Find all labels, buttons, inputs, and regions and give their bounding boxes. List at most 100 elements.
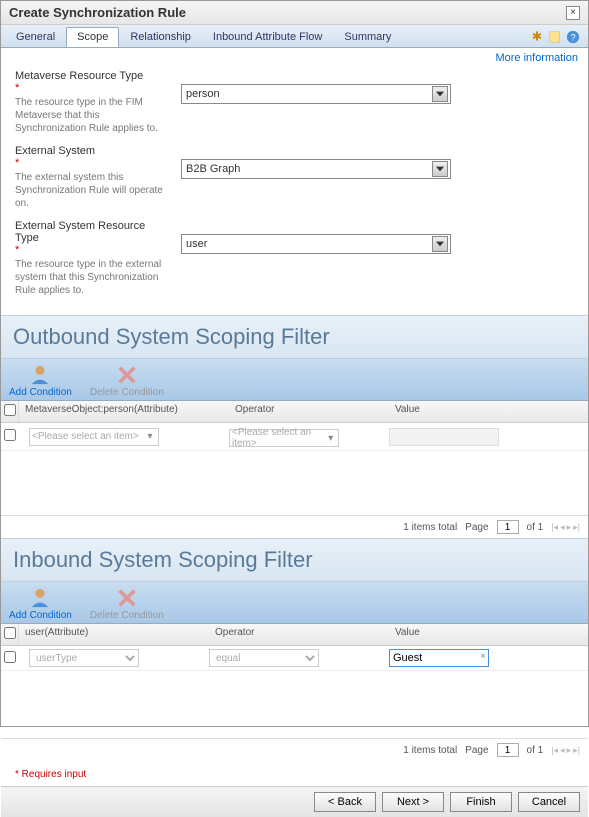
inbound-section-header: Inbound System Scoping Filter bbox=[1, 538, 588, 582]
dialog-title: Create Synchronization Rule bbox=[9, 5, 186, 20]
placeholder-text: <Please select an item> bbox=[232, 427, 325, 449]
external-type-help: The resource type in the external system… bbox=[15, 258, 165, 297]
external-type-label: External System Resource Type bbox=[15, 220, 165, 244]
delete-condition-label: Delete Condition bbox=[90, 387, 164, 398]
tab-relationship[interactable]: Relationship bbox=[119, 27, 202, 47]
chevron-down-icon bbox=[432, 236, 448, 252]
chevron-down-icon: ▾ bbox=[144, 431, 156, 442]
delete-condition-label: Delete Condition bbox=[90, 610, 164, 621]
table-row: userType equal × bbox=[1, 646, 588, 671]
pager-total: 1 items total bbox=[403, 522, 457, 533]
required-marker: * bbox=[15, 244, 19, 256]
pager-last-icon[interactable]: ▸| bbox=[573, 745, 580, 756]
inbound-title: Inbound System Scoping Filter bbox=[13, 547, 576, 573]
add-condition-button[interactable]: Add Condition bbox=[9, 365, 72, 398]
metaverse-type-label: Metaverse Resource Type bbox=[15, 70, 165, 82]
chevron-down-icon: ▾ bbox=[325, 433, 336, 444]
clear-x-icon[interactable]: × bbox=[480, 651, 486, 662]
back-button[interactable]: < Back bbox=[314, 792, 376, 812]
inbound-value-input[interactable] bbox=[389, 649, 489, 667]
asterisk-icon[interactable]: ✱ bbox=[530, 30, 544, 44]
external-system-value: B2B Graph bbox=[186, 163, 240, 175]
row-checkbox[interactable] bbox=[4, 651, 16, 663]
pager-page-label: Page bbox=[465, 522, 488, 533]
metaverse-type-help: The resource type in the FIM Metaverse t… bbox=[15, 96, 165, 135]
outbound-pager: 1 items total Page of 1 |◂ ◂ ▸ ▸| bbox=[1, 515, 588, 538]
dialog-titlebar: Create Synchronization Rule × bbox=[1, 1, 588, 25]
delete-x-icon bbox=[116, 365, 138, 385]
add-condition-button[interactable]: Add Condition bbox=[9, 588, 72, 621]
delete-condition-button: Delete Condition bbox=[90, 365, 164, 398]
inbound-grid-header: user(Attribute) Operator Value bbox=[1, 624, 588, 646]
pager-page-input[interactable] bbox=[497, 520, 519, 534]
pager-prev-icon[interactable]: ◂ bbox=[560, 745, 565, 756]
outbound-header-val: Value bbox=[389, 401, 588, 422]
row-checkbox[interactable] bbox=[4, 429, 16, 441]
outbound-attr-dropdown[interactable]: <Please select an item> ▾ bbox=[29, 428, 159, 446]
svg-text:✱: ✱ bbox=[532, 30, 542, 44]
inbound-op-dropdown[interactable]: equal bbox=[209, 649, 319, 667]
inbound-header-val: Value bbox=[389, 624, 588, 645]
outbound-header-attr: MetaverseObject:person(Attribute) bbox=[19, 401, 229, 422]
pager-page-label: Page bbox=[465, 745, 488, 756]
pager-next-icon[interactable]: ▸ bbox=[567, 745, 572, 756]
outbound-value-input bbox=[389, 428, 499, 446]
add-condition-label: Add Condition bbox=[9, 610, 72, 621]
chevron-down-icon bbox=[432, 86, 448, 102]
cancel-button[interactable]: Cancel bbox=[518, 792, 580, 812]
outbound-header-op: Operator bbox=[229, 401, 389, 422]
outbound-title: Outbound System Scoping Filter bbox=[13, 324, 576, 350]
required-marker: * bbox=[15, 157, 19, 169]
more-information-link[interactable]: More information bbox=[495, 52, 578, 64]
inbound-header-op: Operator bbox=[209, 624, 389, 645]
tab-scope[interactable]: Scope bbox=[66, 27, 119, 47]
tab-summary[interactable]: Summary bbox=[333, 27, 402, 47]
select-all-checkbox[interactable] bbox=[4, 627, 16, 639]
pager-first-icon[interactable]: |◂ bbox=[551, 745, 558, 756]
outbound-grid-header: MetaverseObject:person(Attribute) Operat… bbox=[1, 401, 588, 423]
person-add-icon bbox=[29, 588, 51, 608]
scope-form: Metaverse Resource Type * The resource t… bbox=[1, 68, 588, 315]
external-type-dropdown[interactable]: user bbox=[181, 234, 451, 254]
person-add-icon bbox=[29, 365, 51, 385]
pager-next-icon[interactable]: ▸ bbox=[567, 522, 572, 533]
inbound-header-attr: user(Attribute) bbox=[19, 624, 209, 645]
tab-inbound-attribute-flow[interactable]: Inbound Attribute Flow bbox=[202, 27, 333, 47]
select-all-checkbox[interactable] bbox=[4, 404, 16, 416]
close-button[interactable]: × bbox=[566, 6, 580, 20]
outbound-section-header: Outbound System Scoping Filter bbox=[1, 315, 588, 359]
help-icon[interactable]: ? bbox=[566, 30, 580, 44]
external-type-value: user bbox=[186, 238, 207, 250]
outbound-op-dropdown[interactable]: <Please select an item>▾ bbox=[229, 429, 339, 447]
external-system-help: The external system this Synchronization… bbox=[15, 171, 165, 210]
pager-prev-icon[interactable]: ◂ bbox=[560, 522, 565, 533]
inbound-toolbar: Add Condition Delete Condition bbox=[1, 582, 588, 624]
svg-text:?: ? bbox=[570, 33, 575, 44]
metaverse-type-value: person bbox=[186, 88, 220, 100]
metaverse-type-dropdown[interactable]: person bbox=[181, 84, 451, 104]
more-info-row: More information bbox=[1, 48, 588, 68]
inbound-grid-body: userType equal × bbox=[1, 646, 588, 738]
finish-button[interactable]: Finish bbox=[450, 792, 512, 812]
pager-first-icon[interactable]: |◂ bbox=[551, 522, 558, 533]
tab-general[interactable]: General bbox=[5, 27, 66, 47]
pager-page-input[interactable] bbox=[497, 743, 519, 757]
note-icon[interactable] bbox=[548, 30, 562, 44]
required-marker: * bbox=[15, 82, 19, 94]
next-button[interactable]: Next > bbox=[382, 792, 444, 812]
pager-last-icon[interactable]: ▸| bbox=[573, 522, 580, 533]
pager-of: of 1 bbox=[527, 522, 544, 533]
chevron-down-icon bbox=[432, 161, 448, 177]
outbound-grid-body: <Please select an item>▾ <Please select … bbox=[1, 423, 588, 515]
delete-condition-button: Delete Condition bbox=[90, 588, 164, 621]
outbound-toolbar: Add Condition Delete Condition bbox=[1, 359, 588, 401]
add-condition-label: Add Condition bbox=[9, 387, 72, 398]
inbound-attr-dropdown[interactable]: userType bbox=[29, 649, 139, 667]
requires-input-note: * Requires input bbox=[1, 761, 588, 786]
placeholder-text: <Please select an item> bbox=[32, 431, 139, 442]
button-bar: < Back Next > Finish Cancel bbox=[1, 786, 588, 817]
external-system-dropdown[interactable]: B2B Graph bbox=[181, 159, 451, 179]
tabs-bar: General Scope Relationship Inbound Attri… bbox=[1, 25, 588, 48]
inbound-pager: 1 items total Page of 1 |◂ ◂ ▸ ▸| bbox=[1, 738, 588, 761]
pager-total: 1 items total bbox=[403, 745, 457, 756]
